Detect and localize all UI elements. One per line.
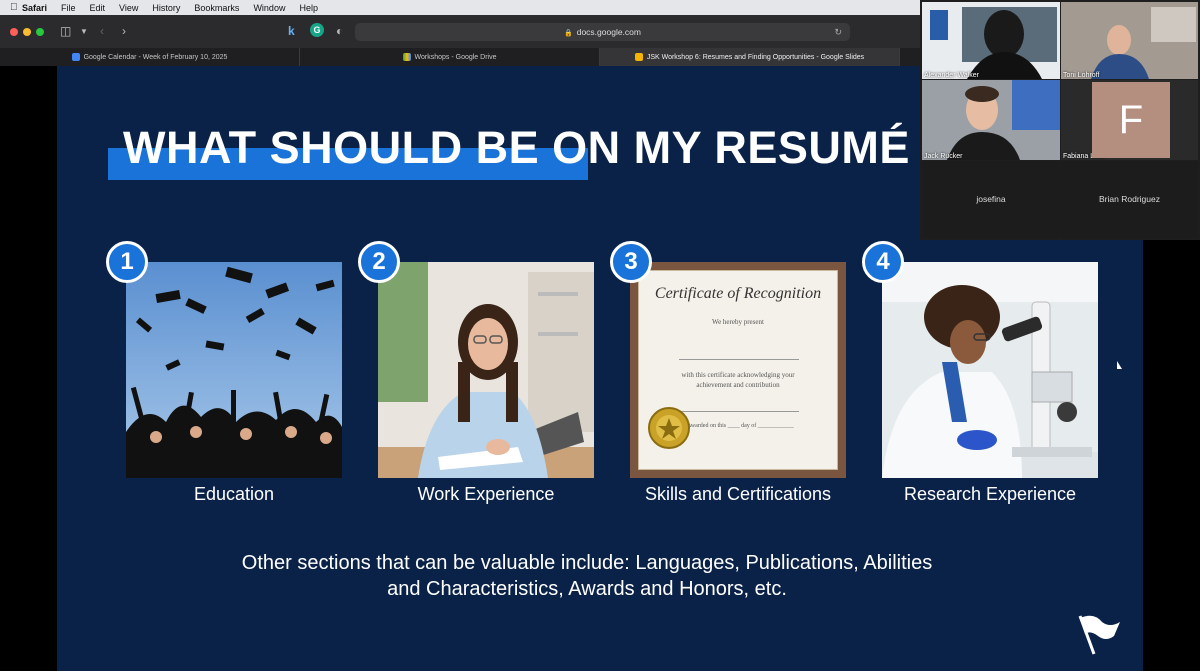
chevron-down-icon[interactable]: ▼ — [80, 27, 88, 36]
sidebar-icon[interactable]: ◫ — [60, 24, 71, 38]
number-badge: 3 — [610, 241, 652, 283]
tab-google-drive[interactable]: Workshops - Google Drive — [300, 48, 600, 66]
forward-icon[interactable]: › — [122, 24, 126, 38]
certificate-line: We hereby present — [712, 318, 764, 326]
participant-name: Jack Rucker — [924, 153, 963, 160]
caption-education: Education — [193, 484, 275, 504]
other-sections-line: Other sections that can be valuable incl… — [241, 552, 933, 574]
flag-logo-icon — [1078, 615, 1120, 655]
education-photo — [126, 262, 342, 478]
participant-video — [922, 80, 1060, 160]
participant-tile[interactable]: josefina — [922, 161, 1060, 238]
grammarly-icon[interactable]: G — [310, 23, 324, 37]
certificate-line: with this certificate acknowledging your — [681, 371, 795, 379]
number-badge: 2 — [358, 241, 400, 283]
menu-safari[interactable]: Safari — [22, 3, 47, 13]
extension-k-icon[interactable]: k — [288, 24, 295, 38]
caption-research-experience: Research Experience — [903, 484, 1077, 504]
participant-name: Alexander Walker — [924, 72, 979, 79]
menu-file[interactable]: File — [61, 3, 76, 13]
drive-favicon-icon — [402, 53, 411, 61]
certificate-signature-line — [679, 411, 799, 412]
work-experience-photo — [378, 262, 594, 478]
other-sections-line: and Characteristics, Awards and Honors, … — [387, 578, 787, 600]
menu-window[interactable]: Window — [253, 3, 285, 13]
lock-icon: 🔒 — [564, 30, 573, 37]
number-badge: 1 — [106, 241, 148, 283]
tab-label: Workshops - Google Drive — [414, 53, 497, 61]
research-photo — [882, 262, 1098, 478]
participant-video — [1061, 2, 1198, 79]
menu-help[interactable]: Help — [299, 3, 318, 13]
participant-tile[interactable]: Brian Rodriguez — [1061, 161, 1198, 238]
menu-history[interactable]: History — [152, 3, 180, 13]
menu-bookmarks[interactable]: Bookmarks — [194, 3, 239, 13]
url-text: docs.google.com — [576, 27, 641, 37]
slides-favicon-icon — [634, 53, 643, 61]
tab-google-calendar[interactable]: Google Calendar - Week of February 10, 2… — [0, 48, 300, 66]
certificate-paper: Certificate of Recognition We hereby pre… — [638, 270, 838, 470]
certificate-line: Awarded on this ____ day of ____________ — [687, 423, 794, 429]
tab-google-slides[interactable]: JSK Workshop 6: Resumes and Finding Oppo… — [600, 48, 900, 66]
caption-work-experience: Work Experience — [417, 484, 555, 504]
tab-label: JSK Workshop 6: Resumes and Finding Oppo… — [646, 53, 865, 61]
certificate-line: achievement and contribution — [696, 381, 780, 389]
gold-seal-icon — [648, 407, 690, 449]
minimize-window-button[interactable] — [23, 28, 31, 36]
participant-tile[interactable]: Jack Rucker — [922, 80, 1060, 160]
menu-view[interactable]: View — [119, 3, 138, 13]
participant-tile[interactable]: Alexander Walker — [922, 2, 1060, 79]
menu-edit[interactable]: Edit — [90, 3, 106, 13]
apple-icon[interactable]:  — [10, 2, 22, 13]
reload-icon[interactable]: ↻ — [834, 23, 842, 41]
close-window-button[interactable] — [10, 28, 18, 36]
tab-label: Google Calendar - Week of February 10, 2… — [83, 53, 228, 61]
participant-name: Brian Rodriguez — [1099, 194, 1160, 204]
back-icon[interactable]: ‹ — [100, 24, 104, 38]
zoom-window-button[interactable] — [36, 28, 44, 36]
certificate-name-line — [679, 359, 799, 360]
certificate-photo: Certificate of Recognition We hereby pre… — [630, 262, 846, 478]
calendar-favicon-icon — [71, 53, 80, 61]
participant-avatar: F — [1092, 82, 1170, 158]
participant-video — [922, 2, 1060, 79]
participant-name: Toni Lohroff — [1063, 72, 1100, 79]
slide-title: WHAT SHOULD BE ON MY RESUMÉ O — [123, 122, 959, 173]
address-bar[interactable]: 🔒 docs.google.com ↻ — [355, 23, 850, 41]
participant-tile[interactable]: Toni Lohroff — [1061, 2, 1198, 79]
participant-name: josefina — [976, 194, 1006, 204]
shield-icon[interactable]: ◐ — [336, 24, 343, 38]
number-badge: 4 — [862, 241, 904, 283]
caption-skills-certifications: Skills and Certifications — [644, 484, 832, 504]
other-sections-text: Other sections that can be valuable incl… — [197, 550, 977, 602]
mouse-cursor-icon — [1117, 361, 1122, 369]
certificate-heading: Certificate of Recognition — [654, 285, 822, 302]
